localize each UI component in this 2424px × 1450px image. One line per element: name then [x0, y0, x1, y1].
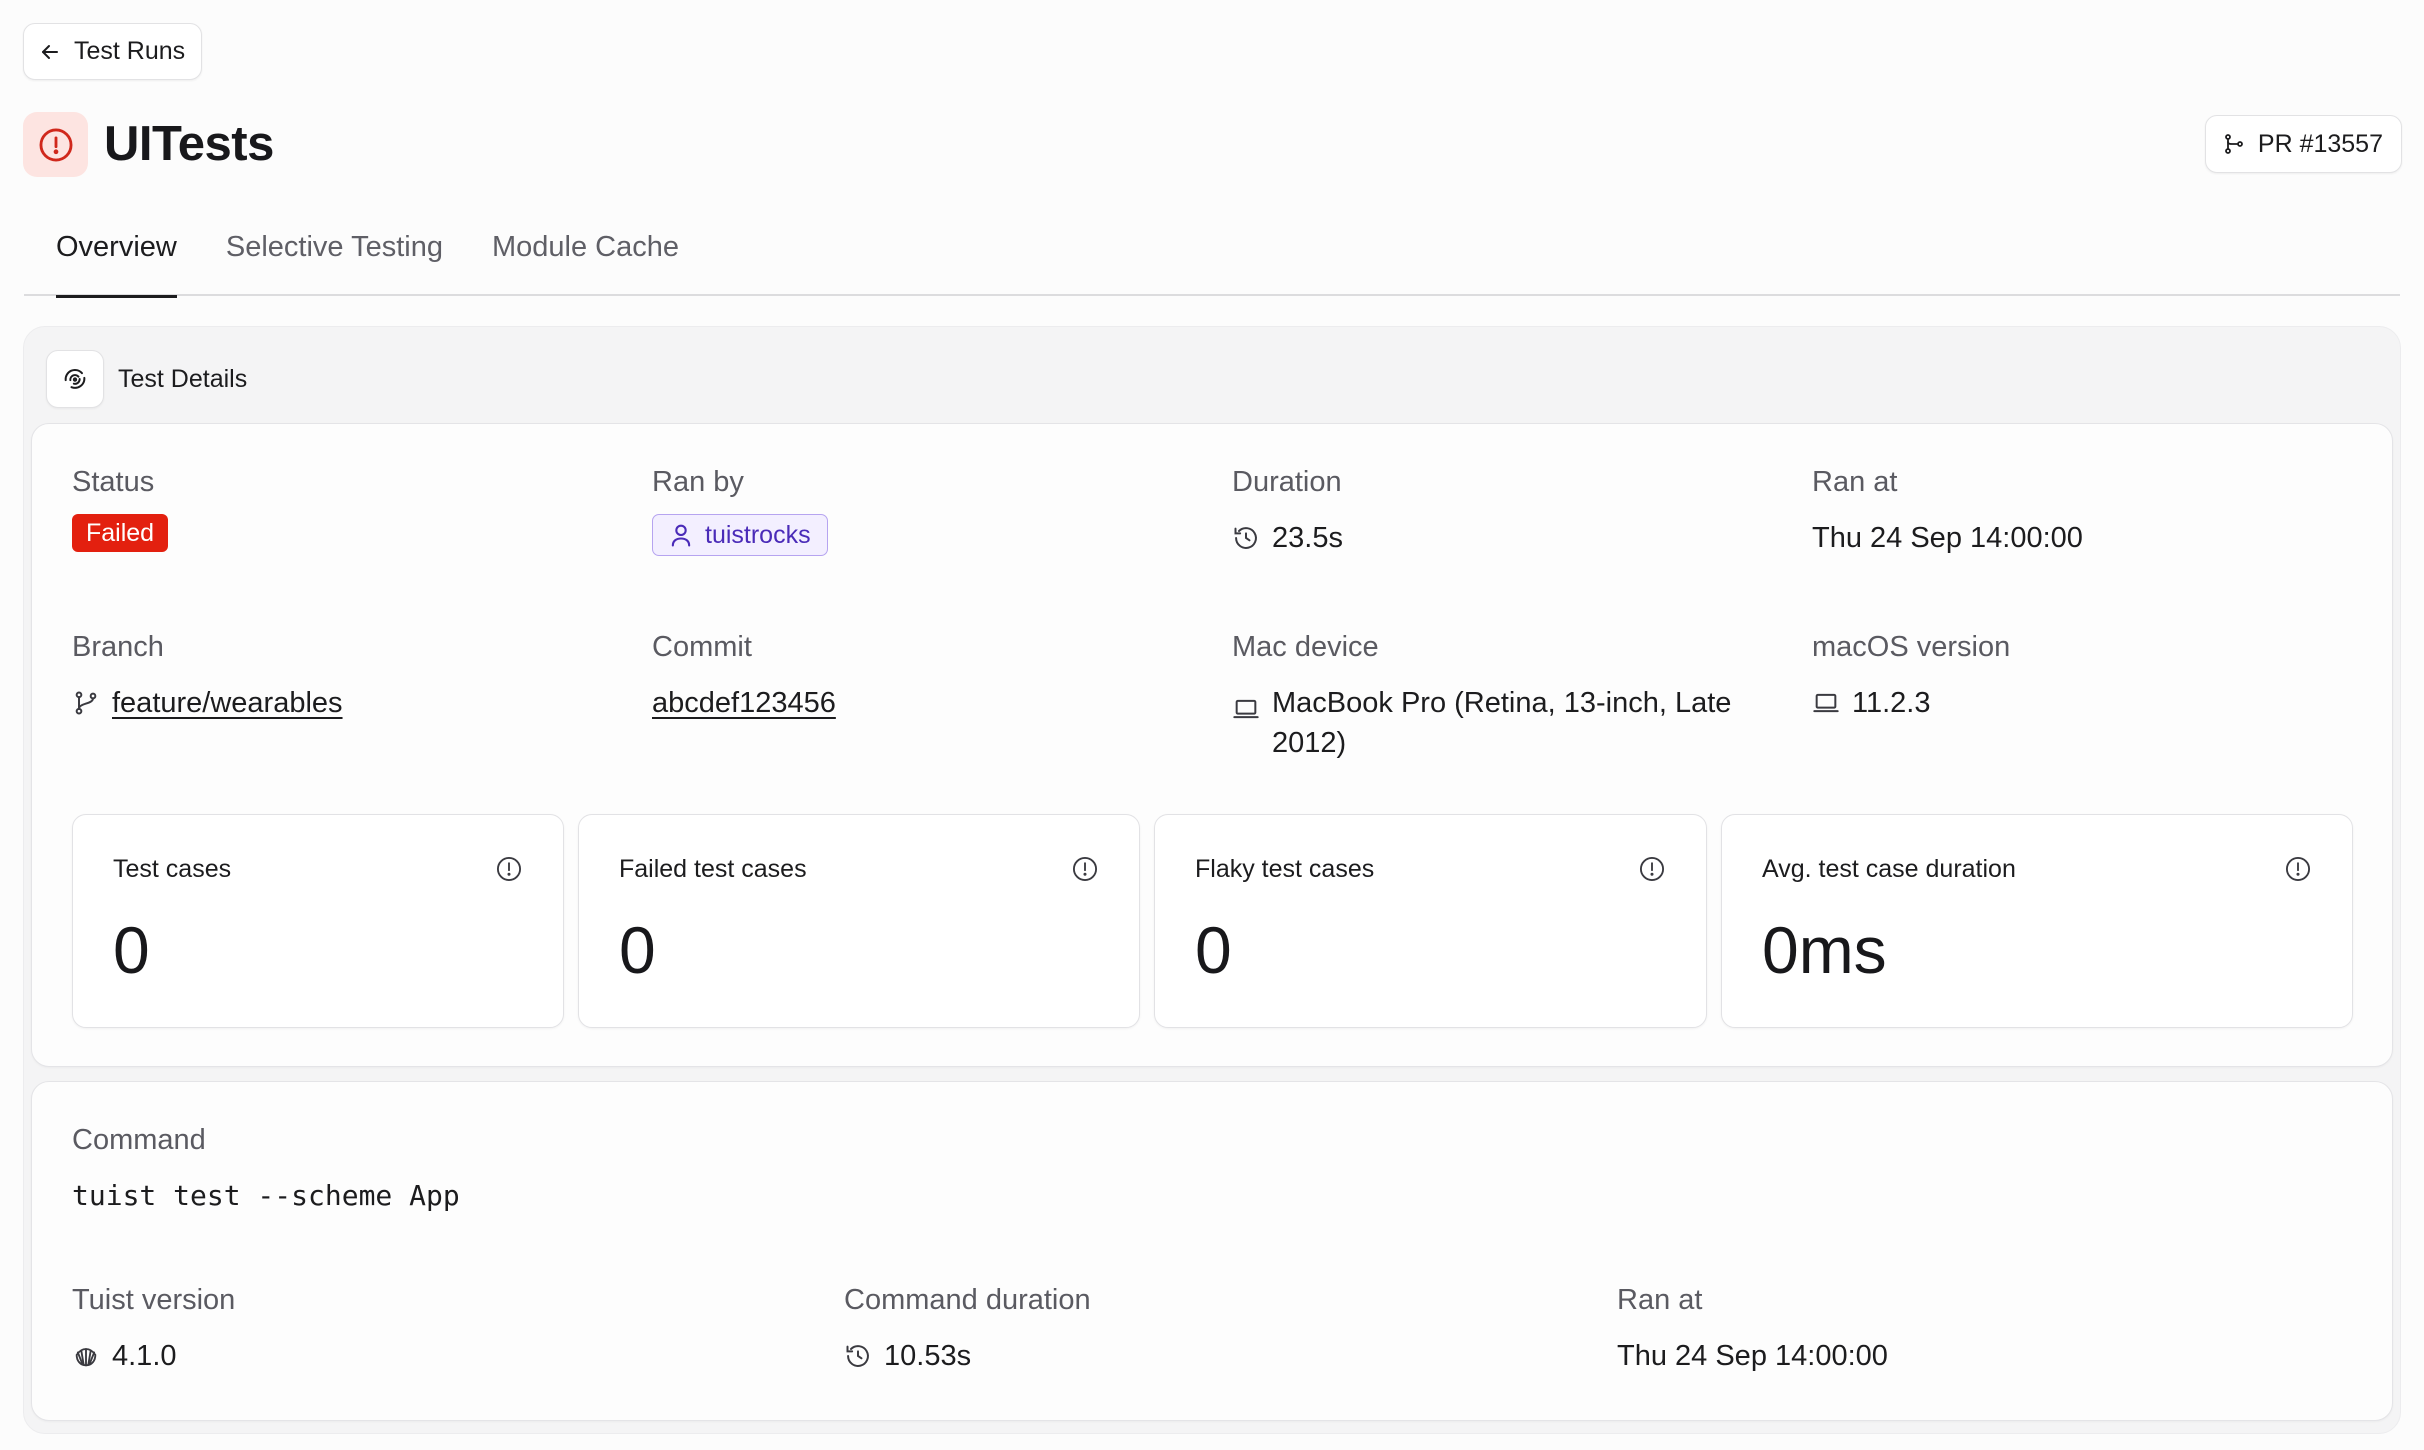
stat-avg-test-case-duration: Avg. test case duration 0ms [1721, 814, 2353, 1028]
commit-link[interactable]: abcdef123456 [652, 683, 836, 723]
test-details-panel: Test Details Status Failed Ran by tuistr… [23, 326, 2401, 1434]
mac-device-label: Mac device [1232, 631, 1379, 663]
back-button-label: Test Runs [74, 37, 186, 65]
shell-icon [75, 1348, 97, 1367]
command-ran-at-value: Thu 24 Sep 14:00:00 [1617, 1340, 1888, 1372]
command-ran-at-label: Ran at [1617, 1284, 1703, 1316]
ran-at-label: Ran at [1812, 466, 1898, 498]
pr-button[interactable]: PR #13557 [2204, 115, 2402, 173]
details-card: Status Failed Ran by tuistrocks Duration [31, 423, 2393, 1067]
mac-device-value: MacBook Pro (Retina, 13-inch, Late 2012) [1272, 687, 1732, 759]
fingerprint-icon-container [46, 350, 104, 408]
macos-version-label: macOS version [1812, 631, 2011, 663]
tab-module-cache[interactable]: Module Cache [492, 222, 679, 296]
info-circle-icon[interactable] [1638, 855, 1666, 883]
stat-title: Flaky test cases [1195, 855, 1375, 883]
tuist-version-value: 4.1.0 [112, 1340, 177, 1372]
command-card: Command tuist test --scheme App Tuist ve… [31, 1081, 2393, 1421]
page-title: UITests [104, 117, 274, 171]
command-field: Command tuist test --scheme App [72, 1122, 460, 1216]
ran-by-label: Ran by [652, 466, 744, 498]
stat-value: 0 [619, 913, 656, 987]
macos-version-value: 11.2.3 [1852, 687, 1931, 719]
command-duration-field: Command duration 10.53s [844, 1282, 1091, 1376]
status-field: Status Failed [72, 464, 169, 552]
alert-circle-icon [39, 128, 72, 161]
stat-flaky-test-cases: Flaky test cases 0 [1154, 814, 1707, 1028]
fingerprint-icon [64, 369, 86, 389]
stat-value: 0ms [1762, 913, 1887, 987]
user-icon [671, 524, 691, 547]
ran-by-field: Ran by tuistrocks [652, 464, 828, 556]
status-icon-container [23, 112, 88, 177]
commit-field: Commit abcdef123456 [652, 629, 836, 723]
tab-overview[interactable]: Overview [56, 222, 177, 298]
commit-label: Commit [652, 631, 752, 663]
back-to-test-runs-button[interactable]: Test Runs [23, 23, 203, 80]
arrow-left-icon [42, 44, 58, 59]
stat-title: Avg. test case duration [1762, 855, 2016, 883]
mac-device-field: Mac device MacBook Pro (Retina, 13-inch,… [1232, 629, 1772, 763]
laptop-icon [1233, 699, 1259, 719]
duration-value: 23.5s [1272, 522, 1343, 554]
tuist-version-label: Tuist version [72, 1284, 236, 1316]
info-circle-icon[interactable] [495, 855, 523, 883]
command-duration-label: Command duration [844, 1284, 1091, 1316]
ran-by-badge[interactable]: tuistrocks [652, 514, 828, 556]
test-run-page: Test Runs UITests PR #13557 Overview Sel… [0, 0, 2424, 1450]
ran-at-field: Ran at Thu 24 Sep 14:00:00 [1812, 464, 2083, 558]
stat-test-cases: Test cases 0 [72, 814, 564, 1028]
status-label: Status [72, 466, 155, 498]
info-circle-icon[interactable] [2284, 855, 2312, 883]
pr-button-label: PR #13557 [2257, 129, 2383, 158]
command-duration-value: 10.53s [884, 1340, 972, 1372]
laptop-icon [1813, 693, 1839, 713]
branch-link[interactable]: feature/wearables [112, 683, 343, 723]
branch-field: Branch feature/wearables [72, 629, 343, 723]
info-circle-icon[interactable] [1071, 855, 1099, 883]
tab-selective-testing[interactable]: Selective Testing [226, 222, 443, 296]
history-icon [846, 1345, 869, 1367]
stat-title: Failed test cases [619, 855, 807, 883]
macos-version-field: macOS version 11.2.3 [1812, 629, 2010, 723]
stat-title: Test cases [113, 855, 232, 883]
stat-value: 0 [113, 913, 150, 987]
ran-by-value: tuistrocks [705, 521, 811, 549]
ran-at-value: Thu 24 Sep 14:00:00 [1812, 522, 2083, 554]
git-pull-request-icon [2224, 134, 2243, 154]
command-value: tuist test --scheme App [72, 1179, 460, 1212]
branch-label: Branch [72, 631, 164, 663]
test-details-heading: Test Details [118, 364, 248, 393]
status-badge: Failed [72, 514, 169, 552]
test-details-header: Test Details [46, 350, 247, 408]
tuist-version-field: Tuist version 4.1.0 [72, 1282, 235, 1376]
git-branch-icon [75, 691, 97, 715]
tab-bar: Overview Selective Testing Module Cache [24, 222, 2400, 298]
duration-label: Duration [1232, 466, 1342, 498]
command-ran-at-field: Ran at Thu 24 Sep 14:00:00 [1617, 1282, 1888, 1376]
command-label: Command [72, 1124, 206, 1156]
stat-value: 0 [1195, 913, 1232, 987]
history-icon [1234, 527, 1257, 549]
duration-field: Duration 23.5s [1232, 464, 1343, 558]
stat-failed-test-cases: Failed test cases 0 [578, 814, 1140, 1028]
